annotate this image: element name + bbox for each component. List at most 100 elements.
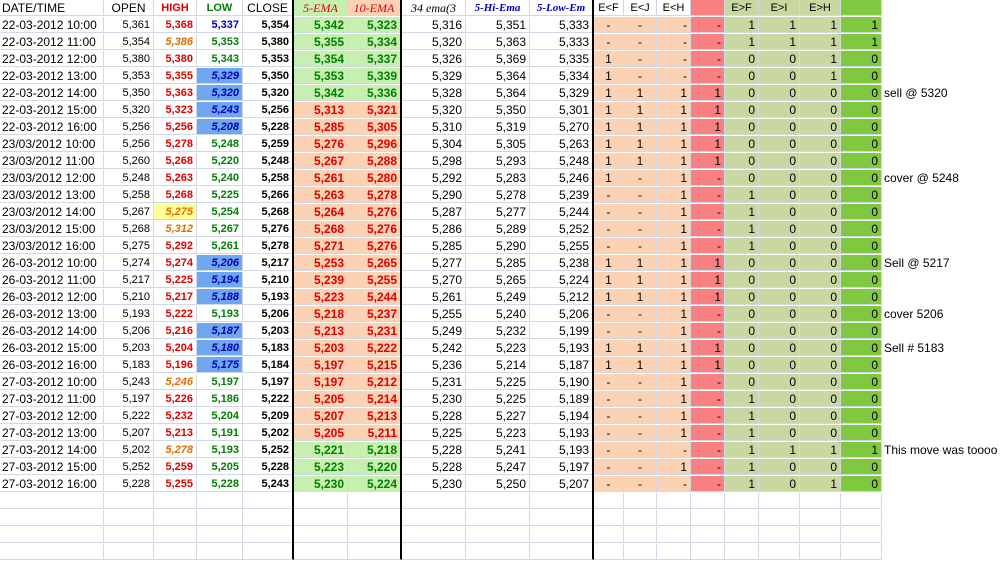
cell-hi[interactable]: 5,285 bbox=[466, 255, 530, 271]
cell-close[interactable]: 5,266 bbox=[243, 187, 294, 203]
cell-f2[interactable]: - bbox=[624, 170, 657, 186]
cell-f2[interactable]: - bbox=[624, 34, 657, 50]
cell-e5[interactable]: 5,218 bbox=[294, 306, 348, 322]
empty-cell[interactable] bbox=[800, 527, 841, 543]
column-header[interactable]: E<F bbox=[594, 0, 624, 16]
cell-f1[interactable]: - bbox=[594, 34, 624, 50]
cell-f2[interactable]: - bbox=[624, 51, 657, 67]
cell-g4[interactable]: 0 bbox=[841, 374, 882, 390]
cell-close[interactable]: 5,354 bbox=[243, 17, 294, 33]
cell-g4[interactable]: 0 bbox=[841, 221, 882, 237]
cell-e10[interactable]: 5,255 bbox=[348, 272, 402, 288]
cell-lo[interactable]: 5,252 bbox=[530, 221, 594, 237]
empty-cell[interactable] bbox=[841, 527, 882, 543]
cell-low[interactable]: 5,180 bbox=[197, 340, 243, 356]
empty-cell[interactable] bbox=[624, 544, 657, 560]
empty-cell[interactable] bbox=[154, 493, 197, 509]
cell-f1[interactable]: - bbox=[594, 323, 624, 339]
cell-g2[interactable]: 0 bbox=[759, 272, 800, 288]
cell-f2[interactable]: 1 bbox=[624, 357, 657, 373]
cell-e34[interactable]: 5,242 bbox=[402, 340, 466, 356]
empty-cell[interactable] bbox=[0, 493, 104, 509]
cell-f1[interactable]: 1 bbox=[594, 289, 624, 305]
cell-open[interactable]: 5,217 bbox=[104, 272, 154, 288]
empty-cell[interactable] bbox=[530, 510, 594, 526]
cell-f4[interactable]: - bbox=[691, 221, 725, 237]
cell-hi[interactable]: 5,289 bbox=[466, 221, 530, 237]
cell-lo[interactable]: 5,246 bbox=[530, 170, 594, 186]
column-header[interactable]: CLOSE bbox=[243, 0, 294, 16]
cell-e10[interactable]: 5,305 bbox=[348, 119, 402, 135]
cell-f1[interactable]: 1 bbox=[594, 170, 624, 186]
cell-g4[interactable]: 0 bbox=[841, 306, 882, 322]
cell-e34[interactable]: 5,326 bbox=[402, 51, 466, 67]
cell-g2[interactable]: 0 bbox=[759, 238, 800, 254]
cell-f1[interactable]: - bbox=[594, 187, 624, 203]
cell-f1[interactable]: 1 bbox=[594, 85, 624, 101]
cell-lo[interactable]: 5,244 bbox=[530, 204, 594, 220]
cell-e34[interactable]: 5,230 bbox=[402, 391, 466, 407]
cell-e10[interactable]: 5,323 bbox=[348, 17, 402, 33]
cell-f4[interactable]: - bbox=[691, 170, 725, 186]
empty-cell[interactable] bbox=[348, 544, 402, 560]
cell-e10[interactable]: 5,265 bbox=[348, 255, 402, 271]
cell-g1[interactable]: 0 bbox=[725, 102, 759, 118]
cell-lo[interactable]: 5,248 bbox=[530, 153, 594, 169]
cell-g4[interactable]: 0 bbox=[841, 289, 882, 305]
cell-e5[interactable]: 5,354 bbox=[294, 51, 348, 67]
cell-g2[interactable]: 0 bbox=[759, 102, 800, 118]
cell-close[interactable]: 5,222 bbox=[243, 391, 294, 407]
cell-g3[interactable]: 0 bbox=[800, 289, 841, 305]
empty-cell[interactable] bbox=[624, 510, 657, 526]
cell-lo[interactable]: 5,212 bbox=[530, 289, 594, 305]
empty-cell[interactable] bbox=[725, 510, 759, 526]
cell-dt[interactable]: 27-03-2012 16:00 bbox=[0, 476, 104, 492]
cell-e34[interactable]: 5,286 bbox=[402, 221, 466, 237]
cell-open[interactable]: 5,260 bbox=[104, 153, 154, 169]
cell-hi[interactable]: 5,364 bbox=[466, 68, 530, 84]
cell-g3[interactable]: 1 bbox=[800, 476, 841, 492]
cell-g2[interactable]: 0 bbox=[759, 221, 800, 237]
cell-g4[interactable]: 0 bbox=[841, 102, 882, 118]
cell-f2[interactable]: - bbox=[624, 17, 657, 33]
empty-cell[interactable] bbox=[530, 527, 594, 543]
column-header[interactable]: LOW bbox=[197, 0, 243, 16]
cell-f1[interactable]: - bbox=[594, 476, 624, 492]
cell-low[interactable]: 5,240 bbox=[197, 170, 243, 186]
cell-e5[interactable]: 5,261 bbox=[294, 170, 348, 186]
cell-f2[interactable]: 1 bbox=[624, 153, 657, 169]
cell-g3[interactable]: 0 bbox=[800, 170, 841, 186]
empty-cell[interactable] bbox=[594, 527, 624, 543]
cell-hi[interactable]: 5,223 bbox=[466, 340, 530, 356]
cell-f2[interactable]: 1 bbox=[624, 119, 657, 135]
column-header[interactable]: E<J bbox=[624, 0, 657, 16]
cell-e5[interactable]: 5,230 bbox=[294, 476, 348, 492]
cell-low[interactable]: 5,206 bbox=[197, 255, 243, 271]
cell-f2[interactable]: - bbox=[624, 238, 657, 254]
cell-f1[interactable]: 1 bbox=[594, 102, 624, 118]
cell-close[interactable]: 5,228 bbox=[243, 459, 294, 475]
cell-hi[interactable]: 5,247 bbox=[466, 459, 530, 475]
cell-e5[interactable]: 5,203 bbox=[294, 340, 348, 356]
cell-f2[interactable]: - bbox=[624, 425, 657, 441]
cell-lo[interactable]: 5,190 bbox=[530, 374, 594, 390]
cell-g3[interactable]: 0 bbox=[800, 187, 841, 203]
cell-hi[interactable]: 5,364 bbox=[466, 85, 530, 101]
cell-hi[interactable]: 5,278 bbox=[466, 187, 530, 203]
cell-hi[interactable]: 5,225 bbox=[466, 391, 530, 407]
empty-cell[interactable] bbox=[657, 510, 691, 526]
cell-f3[interactable]: - bbox=[657, 68, 691, 84]
cell-f3[interactable]: 1 bbox=[657, 153, 691, 169]
cell-lo[interactable]: 5,224 bbox=[530, 272, 594, 288]
cell-g1[interactable]: 0 bbox=[725, 340, 759, 356]
cell-f1[interactable]: 1 bbox=[594, 272, 624, 288]
cell-high[interactable]: 5,368 bbox=[154, 17, 197, 33]
cell-g1[interactable]: 0 bbox=[725, 119, 759, 135]
cell-low[interactable]: 5,175 bbox=[197, 357, 243, 373]
cell-high[interactable]: 5,355 bbox=[154, 68, 197, 84]
cell-dt[interactable]: 27-03-2012 10:00 bbox=[0, 374, 104, 390]
cell-high[interactable]: 5,259 bbox=[154, 459, 197, 475]
cell-f2[interactable]: - bbox=[624, 459, 657, 475]
cell-e10[interactable]: 5,215 bbox=[348, 357, 402, 373]
cell-close[interactable]: 5,193 bbox=[243, 289, 294, 305]
